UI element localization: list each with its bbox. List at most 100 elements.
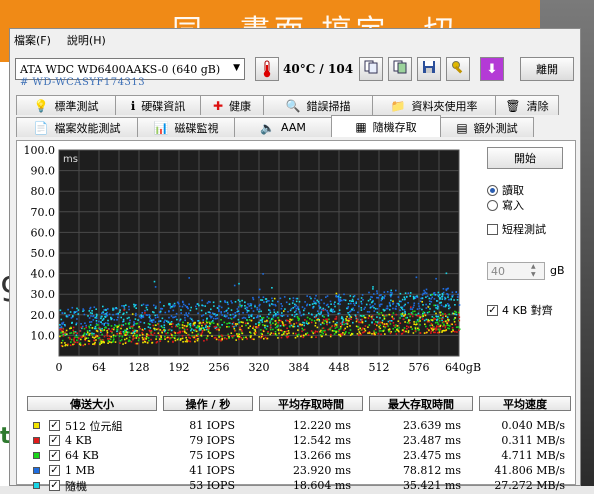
scatter-point — [231, 336, 234, 339]
menu-help[interactable]: 說明(H) — [67, 32, 106, 48]
menu-file[interactable]: 檔案(F) — [14, 32, 51, 48]
scatter-point — [237, 318, 240, 321]
scatter-point — [223, 337, 226, 340]
read-radio[interactable]: 讀取 — [487, 182, 524, 198]
scatter-point — [180, 309, 182, 311]
scatter-point — [69, 338, 71, 340]
tab-health-cross[interactable]: ✚ 健康 — [200, 95, 264, 115]
scatter-point — [104, 326, 106, 329]
scatter-point — [442, 288, 445, 290]
scatter-point — [239, 303, 241, 305]
write-radio[interactable]: 寫入 — [487, 197, 524, 213]
scatter-point — [417, 329, 420, 331]
scatter-point — [253, 338, 255, 341]
scatter-point — [128, 308, 130, 311]
scatter-point — [322, 307, 325, 310]
scatter-point — [285, 301, 288, 304]
scatter-point — [108, 335, 111, 337]
scatter-point — [76, 339, 78, 342]
scatter-point — [61, 339, 64, 342]
tab-extra-tests[interactable]: ▤ 額外測試 — [440, 117, 534, 137]
scatter-point — [135, 312, 137, 315]
scatter-point — [252, 325, 255, 328]
download-button[interactable]: ⬇ — [480, 57, 504, 81]
scatter-point — [244, 305, 246, 307]
tab-info[interactable]: ℹ 硬碟資訊 — [115, 95, 201, 115]
exit-button[interactable]: 離開 — [520, 57, 574, 81]
scatter-point — [95, 317, 98, 320]
tab-folder[interactable]: 📁 資料夾使用率 — [372, 95, 496, 115]
scatter-point — [450, 298, 452, 301]
scatter-point — [282, 314, 285, 317]
tab-bulb[interactable]: 💡 標準測試 — [16, 95, 116, 115]
start-button[interactable]: 開始 — [487, 147, 563, 169]
scatter-point — [117, 316, 119, 319]
scatter-point — [144, 309, 146, 312]
copy-screenshot-button[interactable] — [388, 57, 412, 81]
scatter-point — [226, 312, 229, 314]
scatter-point — [93, 332, 95, 335]
scatter-point — [273, 311, 276, 313]
scatter-point — [167, 321, 169, 324]
scatter-point — [423, 319, 426, 322]
tab-speaker[interactable]: 🔈 AAM — [234, 117, 332, 137]
scatter-point — [91, 332, 93, 335]
tab-random-access[interactable]: ▦ 隨機存取 — [331, 115, 441, 137]
scatter-point — [412, 332, 415, 334]
scatter-point — [231, 302, 233, 304]
scatter-point — [114, 325, 117, 327]
scatter-point — [392, 312, 395, 314]
series-checkbox[interactable]: ✓ — [49, 420, 60, 431]
short-test-size-input[interactable]: 40 — [487, 262, 545, 280]
series-checkbox[interactable]: ✓ — [49, 450, 60, 461]
scatter-point — [406, 295, 408, 298]
save-button[interactable] — [417, 57, 441, 81]
scatter-point — [292, 299, 295, 302]
scatter-point — [60, 342, 63, 344]
scatter-point — [371, 318, 373, 320]
series-checkbox[interactable]: ✓ — [49, 465, 60, 476]
scatter-point — [349, 295, 352, 297]
tab-file-benchmark[interactable]: 📄 檔案效能測試 — [16, 117, 138, 137]
scatter-point — [455, 291, 458, 293]
scatter-point — [355, 315, 358, 318]
scatter-point — [246, 338, 248, 340]
scatter-point — [426, 311, 429, 314]
scatter-point — [373, 310, 376, 312]
scatter-point — [295, 300, 298, 303]
scatter-point — [194, 340, 196, 343]
scatter-point — [361, 328, 363, 331]
scatter-point — [202, 314, 205, 316]
spin-arrows-icon[interactable]: ▲ ▼ — [531, 263, 536, 279]
scatter-point — [189, 326, 192, 329]
scatter-point — [182, 303, 185, 306]
scatter-point — [280, 319, 282, 322]
tab-label: 清除 — [526, 99, 549, 113]
series-checkbox[interactable]: ✓ — [49, 435, 60, 446]
scatter-point — [376, 324, 378, 327]
scatter-point — [197, 338, 199, 340]
scatter-point — [359, 321, 362, 324]
scatter-point — [248, 316, 250, 318]
tab-trash[interactable]: 🗑 清除 — [495, 95, 559, 115]
scatter-point — [426, 331, 428, 334]
scatter-point — [184, 304, 187, 307]
tab-row-secondary: 📄 檔案效能測試 📊 磁碟監視 🔈 AAM ▦ 隨機存取 ▤ 額外測試 — [16, 115, 534, 137]
scatter-point — [110, 341, 113, 344]
short-test-checkbox[interactable]: 短程測試 — [487, 221, 546, 237]
scatter-point — [297, 306, 299, 308]
scatter-point — [184, 319, 186, 322]
copy-info-button[interactable] — [359, 57, 383, 81]
scatter-point — [200, 322, 203, 324]
tab-scan[interactable]: 🔍 錯誤掃描 — [263, 95, 373, 115]
scatter-point — [413, 304, 415, 307]
scatter-point — [421, 301, 423, 303]
tab-disk-monitor[interactable]: 📊 磁碟監視 — [137, 117, 235, 137]
scatter-point — [158, 334, 161, 337]
drive-select-value: ATA WDC WD6400AAKS-0 (640 gB) — [20, 62, 221, 76]
options-button[interactable] — [446, 57, 470, 81]
checkbox-unchecked-icon — [487, 223, 498, 235]
scatter-point — [426, 295, 429, 297]
scatter-point — [187, 315, 189, 318]
align-4kb-checkbox[interactable]: ✓ 4 KB 對齊 — [487, 302, 553, 318]
